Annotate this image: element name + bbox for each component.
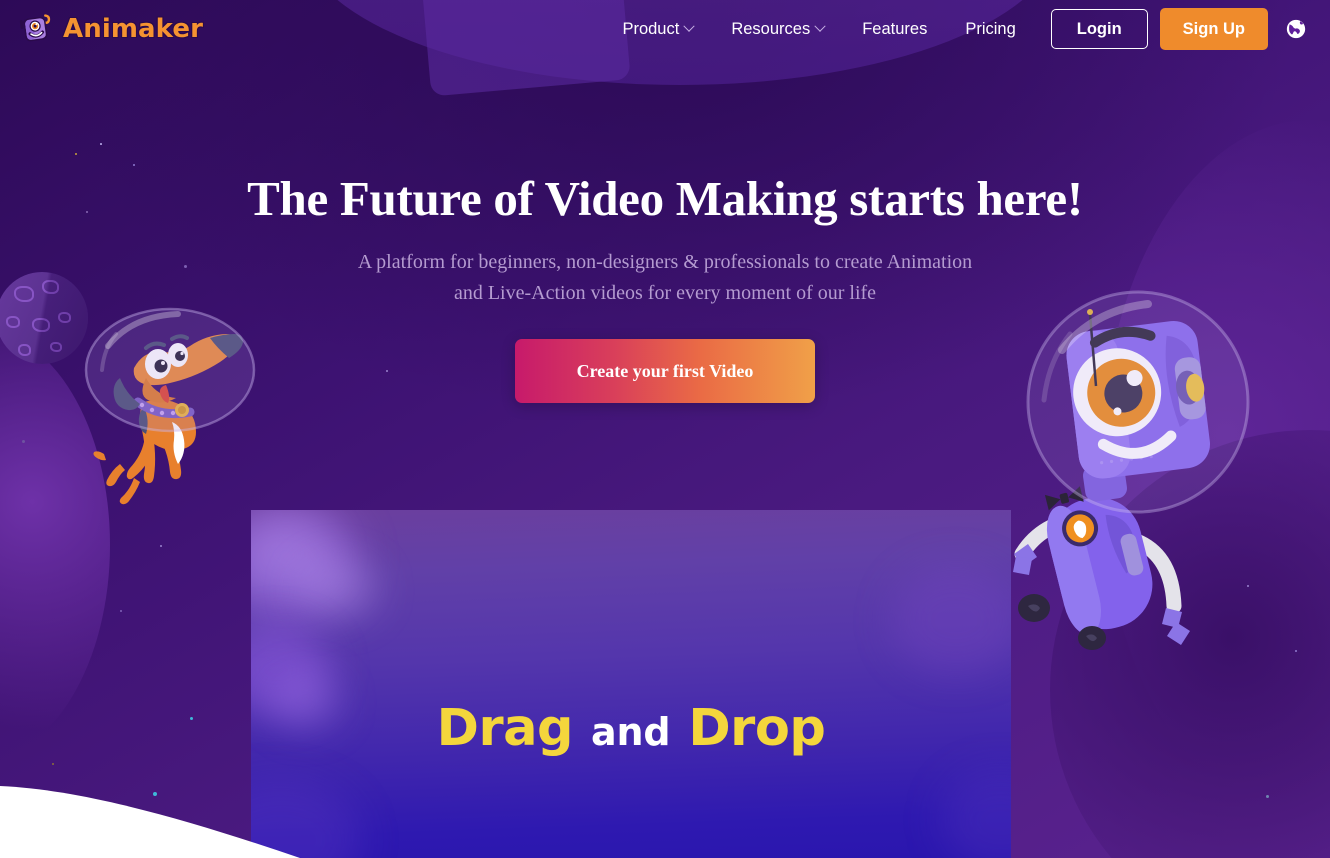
star-dot (190, 717, 193, 720)
page-background: Animaker Product Resources Features Pric… (0, 0, 1330, 858)
create-first-video-button[interactable]: Create your first Video (514, 338, 816, 403)
brand-name: Animaker (63, 14, 204, 44)
star-dot (52, 763, 54, 765)
star-dot (1266, 795, 1269, 798)
star-dot (1295, 650, 1297, 652)
main-navigation: Product Resources Features Pricing Login… (603, 8, 1312, 50)
nav-item-label: Resources (731, 19, 811, 38)
hero-video-player[interactable]: Drag and Drop (251, 510, 1011, 858)
hero-subtitle-line-1: A platform for beginners, non-designers … (357, 250, 973, 273)
brand-logo[interactable]: Animaker (16, 7, 203, 51)
nav-item-pricing[interactable]: Pricing (946, 12, 1034, 47)
animaker-robot-logo-icon (16, 9, 56, 49)
nav-item-features[interactable]: Features (843, 12, 946, 47)
nav-item-label: Features (862, 19, 928, 38)
star-dot (160, 545, 162, 547)
chevron-down-icon (683, 20, 695, 32)
video-caption: Drag and Drop (251, 699, 1011, 758)
hero-subtitle-line-2: and Live-Action videos for every moment … (453, 281, 877, 304)
hero-section: The Future of Video Making starts here! … (0, 0, 1330, 403)
globe-icon[interactable] (1284, 17, 1308, 41)
nav-item-label: Product (622, 19, 680, 38)
star-dot (66, 803, 70, 807)
nav-item-resources[interactable]: Resources (712, 12, 843, 47)
hero-subtitle: A platform for beginners, non-designers … (315, 247, 1015, 309)
chevron-down-icon (814, 20, 826, 32)
login-button[interactable]: Login (1050, 8, 1148, 50)
star-dot (1247, 585, 1249, 587)
signup-button[interactable]: Sign Up (1159, 8, 1268, 50)
star-dot (22, 440, 25, 443)
star-dot (120, 610, 122, 612)
background-blob-right-dark (1050, 430, 1330, 858)
page-title: The Future of Video Making starts here! (247, 171, 1083, 226)
star-dot (153, 792, 157, 796)
nav-item-label: Pricing (965, 19, 1016, 38)
navbar: Animaker Product Resources Features Pric… (0, 0, 1330, 58)
nav-item-product[interactable]: Product (603, 12, 712, 47)
video-caption-word-1: Drag (436, 699, 574, 758)
video-caption-word-3: Drop (688, 699, 826, 758)
video-caption-connector: and (591, 710, 671, 754)
